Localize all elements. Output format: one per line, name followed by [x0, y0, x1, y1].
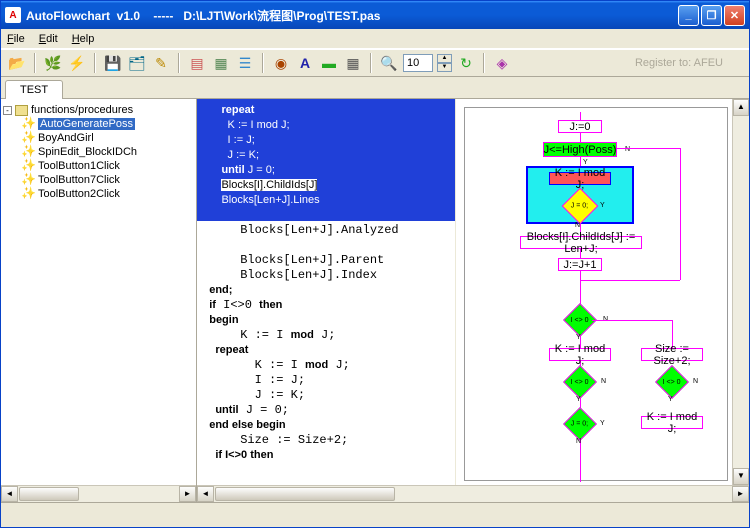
- tab-bar: TEST: [1, 77, 749, 99]
- register-label: Register to: AFEU: [635, 57, 743, 69]
- color-icon[interactable]: ▬: [319, 53, 339, 73]
- open-icon[interactable]: 📂: [7, 53, 27, 73]
- tree-item[interactable]: ✨BoyAndGirl: [21, 131, 194, 145]
- flow-node: K := I mod J;: [549, 172, 611, 185]
- wand-icon: ✨: [21, 188, 35, 200]
- flow-node: Size := Size+2;: [641, 348, 703, 361]
- app-icon: A: [5, 7, 21, 23]
- wand-icon: ✨: [21, 146, 35, 158]
- flow-node: J:=J+1: [558, 258, 602, 271]
- wand-icon: ✨: [21, 118, 35, 130]
- bolt-icon[interactable]: ⚡: [67, 53, 87, 73]
- zoom-spinner[interactable]: ▲▼: [437, 54, 452, 72]
- refresh-icon[interactable]: ↻: [456, 53, 476, 73]
- flow-node: K := I mod J;: [549, 348, 611, 361]
- tree-item[interactable]: ✨ToolButton7Click: [21, 173, 194, 187]
- edit-icon[interactable]: ✎: [151, 53, 171, 73]
- tree-icon[interactable]: 🌿: [43, 53, 63, 73]
- node-icon[interactable]: ◉: [271, 53, 291, 73]
- tree-root[interactable]: - functions/procedures: [3, 103, 194, 117]
- save-icon[interactable]: 💾: [103, 53, 123, 73]
- menu-help[interactable]: Help: [72, 33, 95, 45]
- font-icon[interactable]: A: [295, 53, 315, 73]
- grid-icon[interactable]: ▦: [343, 53, 363, 73]
- flow-node: Blocks[I].ChildIds[J] := Len+J;: [520, 236, 642, 249]
- help-icon[interactable]: ◈: [492, 53, 512, 73]
- tab-test[interactable]: TEST: [5, 80, 63, 99]
- flow-decision: J = 0;: [563, 407, 597, 441]
- hscrollbar-left[interactable]: ◄►: [1, 485, 196, 502]
- tree: - functions/procedures ✨AutoGeneratePoss…: [1, 99, 196, 485]
- left-panel: - functions/procedures ✨AutoGeneratePoss…: [1, 99, 197, 502]
- list-icon[interactable]: ☰: [235, 53, 255, 73]
- doc-icon[interactable]: ▤: [187, 53, 207, 73]
- tree-root-label: functions/procedures: [31, 104, 133, 116]
- tree-item[interactable]: ✨SpinEdit_BlockIDCh: [21, 145, 194, 159]
- zoom-input[interactable]: [403, 54, 433, 72]
- maximize-button[interactable]: ❐: [701, 5, 722, 26]
- window-title: AutoFlowchart v1.0 ----- D:\LJT\Work\流程图…: [26, 7, 678, 24]
- toolbar: 📂 🌿 ⚡ 💾 🗂 ✎ ▤ ▦ ☰ ◉ A ▬ ▦ 🔍 ▲▼ ↻ ◈ Regis…: [1, 49, 749, 77]
- flow-node: J<=High(Poss): [543, 142, 617, 157]
- saveall-icon[interactable]: 🗂: [127, 53, 147, 73]
- menu-edit[interactable]: Edit: [39, 33, 58, 45]
- flow-decision: I <> 0: [655, 365, 689, 399]
- code-panel[interactable]: repeat K := I mod J; I := J; J := K; unt…: [197, 99, 455, 485]
- tree-item[interactable]: ✨ToolButton2Click: [21, 187, 194, 201]
- flowchart-panel[interactable]: J:=0 J<=High(Poss) N Y K := I mod J; J =…: [455, 99, 732, 485]
- doc2-icon[interactable]: ▦: [211, 53, 231, 73]
- wand-icon: ✨: [21, 160, 35, 172]
- close-button[interactable]: ✕: [724, 5, 745, 26]
- hscrollbar-right[interactable]: ◄►: [197, 485, 749, 502]
- wand-icon: ✨: [21, 174, 35, 186]
- vscrollbar[interactable]: ▲▼: [732, 99, 749, 485]
- zoom-icon[interactable]: 🔍: [379, 53, 399, 73]
- wand-icon: ✨: [21, 132, 35, 144]
- flow-decision: I <> 0: [563, 365, 597, 399]
- tree-item[interactable]: ✨AutoGeneratePoss: [21, 117, 194, 131]
- tree-item[interactable]: ✨ToolButton1Click: [21, 159, 194, 173]
- menu-file[interactable]: File: [7, 33, 25, 45]
- menu-bar: File Edit Help: [1, 29, 749, 49]
- status-bar: [1, 502, 749, 524]
- flow-node: J:=0: [558, 120, 602, 133]
- flow-node: K := I mod J;: [641, 416, 703, 429]
- minimize-button[interactable]: _: [678, 5, 699, 26]
